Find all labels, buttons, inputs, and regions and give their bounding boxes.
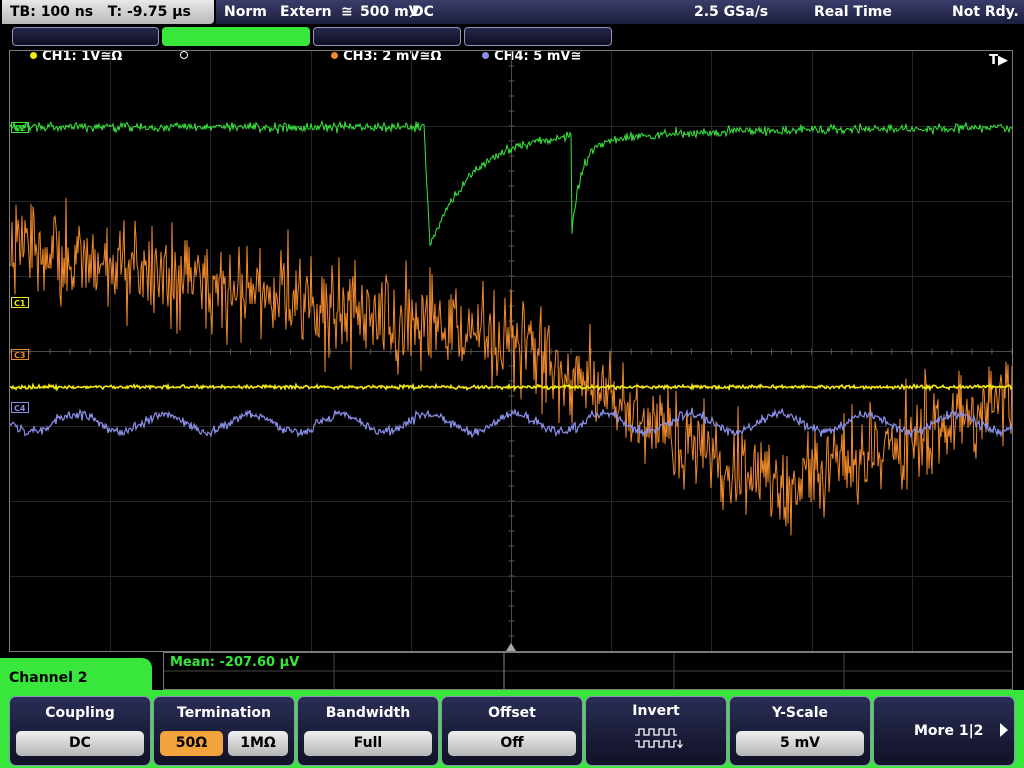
trigger-coupling: DC	[412, 4, 434, 20]
bandwidth-value[interactable]: Full	[304, 731, 432, 756]
waveform-display[interactable]: C2 C1 C3 C4 T▶	[9, 50, 1013, 652]
acquisition-state: Not Rdy.	[952, 4, 1019, 20]
arrow-right-icon	[1000, 723, 1008, 737]
offset-softkey[interactable]: Offset Off	[441, 696, 583, 766]
waveform-canvas	[10, 51, 1012, 651]
measurement-panel: Mean: -207.60 µV	[163, 652, 1013, 690]
channel-tab-ch3[interactable]: CH3: 2 mV≅Ω	[313, 27, 461, 64]
yscale-label: Y-Scale	[771, 705, 828, 721]
bandwidth-softkey[interactable]: Bandwidth Full	[297, 696, 439, 766]
channel-tab-ch4[interactable]: CH4: 5 mV≅	[464, 27, 612, 64]
termination-softkey[interactable]: Termination 50Ω 1MΩ	[153, 696, 295, 766]
measurement-grid	[164, 653, 1012, 689]
coupling-label: Coupling	[45, 705, 115, 721]
coupling-softkey[interactable]: Coupling DC	[9, 696, 151, 766]
sample-rate: 2.5 GSa/s	[694, 4, 769, 20]
graticule-grid	[10, 51, 1012, 651]
trigger-mode: Norm	[224, 4, 267, 20]
ch3-ground-marker[interactable]: C3	[11, 349, 30, 360]
menu-title: Channel 2	[0, 658, 152, 698]
offset-label: Offset	[488, 705, 536, 721]
trigger-position-marker[interactable]: T▶	[989, 53, 1008, 68]
more-label: More 1|2	[914, 723, 984, 739]
invert-softkey[interactable]: Invert	[585, 696, 727, 766]
invert-waveform-icon	[635, 728, 683, 749]
more-softkey[interactable]: More 1|2	[873, 696, 1015, 766]
termination-1mohm-option[interactable]: 1MΩ	[228, 731, 288, 756]
trigger-settings-bar[interactable]	[216, 0, 1024, 24]
ch2-ground-marker[interactable]: C2	[11, 122, 30, 133]
timebase-text: TB: 100 ns	[10, 4, 94, 20]
status-bar: TB: 100 ns T: -9.75 µs Norm Extern ≅ 500…	[0, 0, 1024, 24]
coupling-icon: ≅	[341, 4, 353, 20]
acquisition-mode: Real Time	[814, 4, 892, 20]
yscale-value[interactable]: 5 mV	[736, 731, 864, 756]
invert-label: Invert	[632, 703, 680, 719]
trigger-point-icon	[506, 643, 516, 651]
offset-value[interactable]: Off	[448, 731, 576, 756]
termination-label: Termination	[177, 705, 271, 721]
ch4-ground-marker[interactable]: C4	[11, 402, 30, 413]
timebase-box[interactable]: TB: 100 ns T: -9.75 µs	[2, 0, 214, 24]
channel-tab-ch1[interactable]: CH1: 1V≅Ω	[12, 27, 159, 64]
trigger-source: Extern	[280, 4, 332, 20]
channel-tab-ch2[interactable]: CH2: 5 mV≅Ω	[162, 27, 310, 64]
yscale-softkey[interactable]: Y-Scale 5 mV	[729, 696, 871, 766]
termination-50ohm-option[interactable]: 50Ω	[160, 731, 223, 756]
ch1-ground-marker[interactable]: C1	[11, 297, 30, 308]
bandwidth-label: Bandwidth	[325, 705, 411, 721]
trigger-time-text: T: -9.75 µs	[107, 4, 191, 20]
coupling-value[interactable]: DC	[16, 731, 144, 756]
